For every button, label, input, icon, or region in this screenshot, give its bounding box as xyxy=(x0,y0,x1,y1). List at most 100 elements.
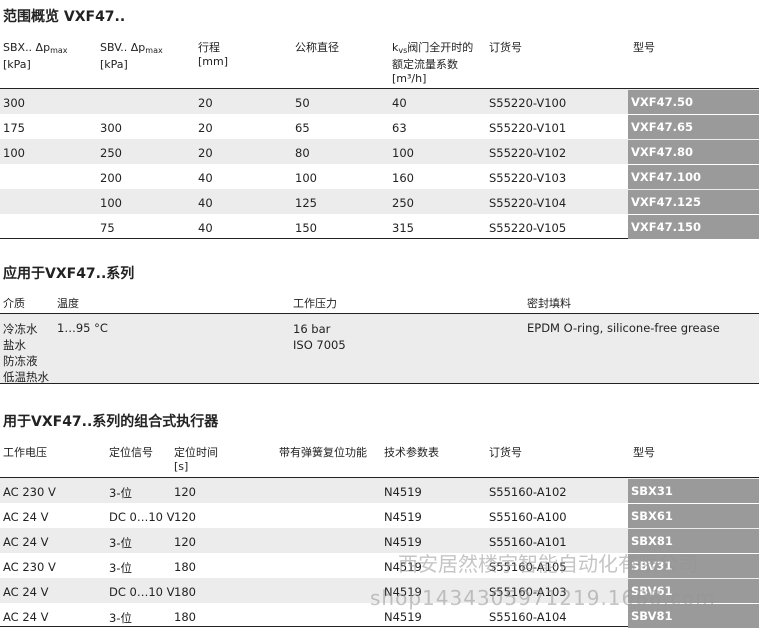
cell-sbx: 100 xyxy=(3,146,25,160)
seal-value: EPDM O-ring, silicone-free grease xyxy=(527,321,720,335)
cell-stroke: 40 xyxy=(198,221,213,235)
cell-signal: 3-位 xyxy=(109,536,132,550)
cell-voltage: AC 24 V xyxy=(3,535,49,549)
header-stroke: 行程 [mm] xyxy=(198,41,229,68)
cell-voltage: AC 24 V xyxy=(3,585,49,599)
media-item: 防冻液 xyxy=(3,354,38,368)
cell-datasheet: N4519 xyxy=(384,610,422,624)
cell-time: 120 xyxy=(174,510,196,524)
media-item: 盐水 xyxy=(3,338,26,352)
header-model: 型号 xyxy=(633,446,655,459)
cell-voltage: AC 24 V xyxy=(3,510,49,524)
header-signal: 定位信号 xyxy=(109,446,153,459)
model-cell: VXF47.65 xyxy=(628,115,759,139)
section1-title: 范围概览 VXF47.. xyxy=(3,9,126,25)
table2-bottom-rule xyxy=(0,383,759,384)
cell-sbx: 300 xyxy=(3,96,25,110)
model-cell: VXF47.125 xyxy=(628,190,759,214)
model-cell: SBX61 xyxy=(628,504,759,528)
model-cell: VXF47.80 xyxy=(628,140,759,164)
cell-dn: 80 xyxy=(295,146,310,160)
cell-stroke: 40 xyxy=(198,171,213,185)
cell-order: S55160-A104 xyxy=(489,610,567,624)
cell-order: S55220-V104 xyxy=(489,196,567,210)
watermark-company: 西安居然楼宇智能自动化有限公司 xyxy=(398,552,698,576)
header-order: 订货号 xyxy=(489,41,522,54)
cell-signal: DC 0…10 V xyxy=(109,510,175,524)
cell-dn: 65 xyxy=(295,121,310,135)
cell-dn: 125 xyxy=(295,196,317,210)
cell-order: S55220-V105 xyxy=(489,221,567,235)
cell-signal: 3-位 xyxy=(109,611,132,625)
header-time: 定位时间 [s] xyxy=(174,446,218,473)
cell-time: 120 xyxy=(174,535,196,549)
header-sbx: SBX.. Δpmax [kPa] xyxy=(3,41,68,71)
header-seal: 密封填料 xyxy=(527,297,571,310)
header-sbv: SBV.. Δpmax [kPa] xyxy=(100,41,163,71)
cell-signal: DC 0…10 V xyxy=(109,585,175,599)
cell-kvs: 160 xyxy=(392,171,414,185)
cell-stroke: 20 xyxy=(198,96,213,110)
header-kvs: kvs阀门全开时的 额定流量系数 [m³/h] xyxy=(392,41,474,85)
pressure-item: ISO 7005 xyxy=(293,338,346,352)
cell-kvs: 250 xyxy=(392,196,414,210)
temp-value: 1…95 °C xyxy=(57,321,108,335)
cell-order: S55160-A101 xyxy=(489,535,567,549)
cell-sbv: 200 xyxy=(100,171,122,185)
media-item: 冷冻水 xyxy=(3,322,38,336)
header-medium: 介质 xyxy=(3,297,25,310)
model-cell: VXF47.50 xyxy=(628,90,759,114)
cell-voltage: AC 24 V xyxy=(3,610,49,624)
cell-sbx: 175 xyxy=(3,121,25,135)
cell-stroke: 20 xyxy=(198,121,213,135)
pressure-item: 16 bar xyxy=(293,322,331,336)
cell-sbv: 300 xyxy=(100,121,122,135)
cell-order: S55160-A102 xyxy=(489,485,567,499)
cell-order: S55220-V102 xyxy=(489,146,567,160)
cell-order: S55220-V100 xyxy=(489,96,567,110)
section2-title: 应用于VXF47..系列 xyxy=(3,266,135,282)
cell-order: S55220-V103 xyxy=(489,171,567,185)
cell-voltage: AC 230 V xyxy=(3,485,56,499)
cell-datasheet: N4519 xyxy=(384,510,422,524)
model-cell: SBX31 xyxy=(628,479,759,503)
cell-stroke: 40 xyxy=(198,196,213,210)
header-model: 型号 xyxy=(633,41,655,54)
cell-dn: 150 xyxy=(295,221,317,235)
cell-time: 180 xyxy=(174,610,196,624)
header-order: 订货号 xyxy=(489,446,522,459)
media-list: 冷冻水 盐水 防冻液 低温热水 xyxy=(3,321,49,385)
cell-kvs: 40 xyxy=(392,96,407,110)
cell-signal: 3-位 xyxy=(109,561,132,575)
cell-dn: 50 xyxy=(295,96,310,110)
header-spring: 带有弹簧复位功能 xyxy=(279,446,367,459)
cell-time: 120 xyxy=(174,485,196,499)
cell-sbv: 250 xyxy=(100,146,122,160)
section3-title: 用于VXF47..系列的组合式执行器 xyxy=(3,414,219,430)
cell-dn: 100 xyxy=(295,171,317,185)
cell-datasheet: N4519 xyxy=(384,485,422,499)
header-temp: 温度 xyxy=(57,297,79,310)
header-datasheet: 技术参数表 xyxy=(384,446,439,459)
cell-kvs: 63 xyxy=(392,121,407,135)
header-voltage: 工作电压 xyxy=(3,446,47,459)
watermark-url: shop1434305971219.1688.com xyxy=(370,586,716,610)
cell-datasheet: N4519 xyxy=(384,535,422,549)
cell-order: S55220-V101 xyxy=(489,121,567,135)
cell-time: 180 xyxy=(174,560,196,574)
cell-kvs: 315 xyxy=(392,221,414,235)
header-pressure: 工作压力 xyxy=(293,297,337,310)
cell-time: 180 xyxy=(174,585,196,599)
header-dn: 公称直径 xyxy=(295,41,339,54)
cell-sbv: 75 xyxy=(100,221,115,235)
model-cell: VXF47.100 xyxy=(628,165,759,189)
pressure-values: 16 bar ISO 7005 xyxy=(293,321,346,353)
cell-sbv: 100 xyxy=(100,196,122,210)
cell-kvs: 100 xyxy=(392,146,414,160)
media-item: 低温热水 xyxy=(3,370,49,384)
cell-order: S55160-A100 xyxy=(489,510,567,524)
model-cell: VXF47.150 xyxy=(628,215,759,239)
cell-signal: 3-位 xyxy=(109,486,132,500)
cell-stroke: 20 xyxy=(198,146,213,160)
cell-voltage: AC 230 V xyxy=(3,560,56,574)
